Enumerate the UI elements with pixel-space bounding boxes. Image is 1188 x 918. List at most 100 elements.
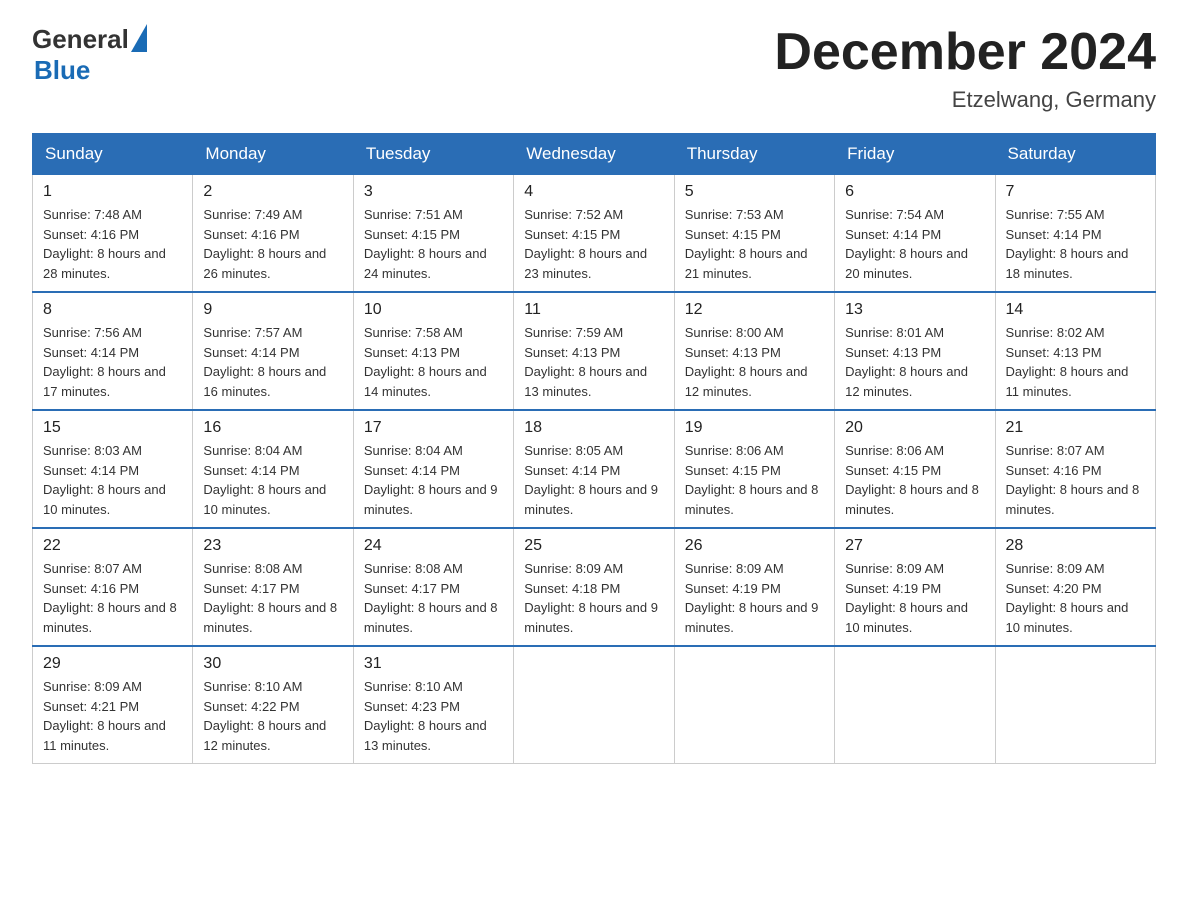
logo: General Blue [32,24,147,86]
day-number: 4 [524,183,663,201]
calendar-cell: 20 Sunrise: 8:06 AM Sunset: 4:15 PM Dayl… [835,410,995,528]
day-number: 11 [524,301,663,319]
week-row-3: 15 Sunrise: 8:03 AM Sunset: 4:14 PM Dayl… [33,410,1156,528]
day-info: Sunrise: 7:48 AM Sunset: 4:16 PM Dayligh… [43,205,182,283]
day-number: 31 [364,655,503,673]
calendar-cell: 18 Sunrise: 8:05 AM Sunset: 4:14 PM Dayl… [514,410,674,528]
calendar-cell: 16 Sunrise: 8:04 AM Sunset: 4:14 PM Dayl… [193,410,353,528]
calendar-cell [835,646,995,764]
day-number: 12 [685,301,824,319]
calendar-cell: 6 Sunrise: 7:54 AM Sunset: 4:14 PM Dayli… [835,175,995,293]
calendar-cell: 15 Sunrise: 8:03 AM Sunset: 4:14 PM Dayl… [33,410,193,528]
day-info: Sunrise: 8:00 AM Sunset: 4:13 PM Dayligh… [685,323,824,401]
calendar-cell: 3 Sunrise: 7:51 AM Sunset: 4:15 PM Dayli… [353,175,513,293]
day-info: Sunrise: 8:01 AM Sunset: 4:13 PM Dayligh… [845,323,984,401]
day-number: 13 [845,301,984,319]
day-number: 27 [845,537,984,555]
day-info: Sunrise: 8:04 AM Sunset: 4:14 PM Dayligh… [364,441,503,519]
day-info: Sunrise: 8:09 AM Sunset: 4:21 PM Dayligh… [43,677,182,755]
weekday-header-row: SundayMondayTuesdayWednesdayThursdayFrid… [33,134,1156,175]
calendar-subtitle: Etzelwang, Germany [774,87,1156,113]
day-info: Sunrise: 8:09 AM Sunset: 4:20 PM Dayligh… [1006,559,1145,637]
day-info: Sunrise: 7:59 AM Sunset: 4:13 PM Dayligh… [524,323,663,401]
day-number: 24 [364,537,503,555]
calendar-cell: 17 Sunrise: 8:04 AM Sunset: 4:14 PM Dayl… [353,410,513,528]
week-row-1: 1 Sunrise: 7:48 AM Sunset: 4:16 PM Dayli… [33,175,1156,293]
calendar-cell: 19 Sunrise: 8:06 AM Sunset: 4:15 PM Dayl… [674,410,834,528]
weekday-header-saturday: Saturday [995,134,1155,175]
logo-general-text: General [32,24,129,55]
day-number: 23 [203,537,342,555]
day-number: 9 [203,301,342,319]
title-area: December 2024 Etzelwang, Germany [774,24,1156,113]
weekday-header-tuesday: Tuesday [353,134,513,175]
day-info: Sunrise: 7:55 AM Sunset: 4:14 PM Dayligh… [1006,205,1145,283]
day-number: 3 [364,183,503,201]
day-info: Sunrise: 7:58 AM Sunset: 4:13 PM Dayligh… [364,323,503,401]
calendar-cell: 26 Sunrise: 8:09 AM Sunset: 4:19 PM Dayl… [674,528,834,646]
day-number: 6 [845,183,984,201]
day-info: Sunrise: 8:07 AM Sunset: 4:16 PM Dayligh… [43,559,182,637]
calendar-cell: 8 Sunrise: 7:56 AM Sunset: 4:14 PM Dayli… [33,292,193,410]
weekday-header-thursday: Thursday [674,134,834,175]
day-info: Sunrise: 8:06 AM Sunset: 4:15 PM Dayligh… [685,441,824,519]
page-header: General Blue December 2024 Etzelwang, Ge… [32,24,1156,113]
day-info: Sunrise: 8:05 AM Sunset: 4:14 PM Dayligh… [524,441,663,519]
calendar-cell: 10 Sunrise: 7:58 AM Sunset: 4:13 PM Dayl… [353,292,513,410]
day-info: Sunrise: 7:54 AM Sunset: 4:14 PM Dayligh… [845,205,984,283]
day-number: 26 [685,537,824,555]
calendar-table: SundayMondayTuesdayWednesdayThursdayFrid… [32,133,1156,764]
calendar-cell: 24 Sunrise: 8:08 AM Sunset: 4:17 PM Dayl… [353,528,513,646]
calendar-cell: 9 Sunrise: 7:57 AM Sunset: 4:14 PM Dayli… [193,292,353,410]
day-number: 5 [685,183,824,201]
weekday-header-wednesday: Wednesday [514,134,674,175]
day-info: Sunrise: 8:09 AM Sunset: 4:18 PM Dayligh… [524,559,663,637]
calendar-title: December 2024 [774,24,1156,81]
day-info: Sunrise: 8:07 AM Sunset: 4:16 PM Dayligh… [1006,441,1145,519]
day-number: 30 [203,655,342,673]
calendar-cell: 7 Sunrise: 7:55 AM Sunset: 4:14 PM Dayli… [995,175,1155,293]
day-info: Sunrise: 7:49 AM Sunset: 4:16 PM Dayligh… [203,205,342,283]
day-info: Sunrise: 8:08 AM Sunset: 4:17 PM Dayligh… [364,559,503,637]
day-number: 14 [1006,301,1145,319]
calendar-cell: 13 Sunrise: 8:01 AM Sunset: 4:13 PM Dayl… [835,292,995,410]
day-number: 7 [1006,183,1145,201]
day-number: 22 [43,537,182,555]
calendar-cell: 14 Sunrise: 8:02 AM Sunset: 4:13 PM Dayl… [995,292,1155,410]
day-number: 18 [524,419,663,437]
week-row-2: 8 Sunrise: 7:56 AM Sunset: 4:14 PM Dayli… [33,292,1156,410]
day-number: 10 [364,301,503,319]
day-number: 8 [43,301,182,319]
day-info: Sunrise: 7:53 AM Sunset: 4:15 PM Dayligh… [685,205,824,283]
calendar-cell: 28 Sunrise: 8:09 AM Sunset: 4:20 PM Dayl… [995,528,1155,646]
day-number: 19 [685,419,824,437]
calendar-cell: 2 Sunrise: 7:49 AM Sunset: 4:16 PM Dayli… [193,175,353,293]
day-number: 1 [43,183,182,201]
day-info: Sunrise: 7:56 AM Sunset: 4:14 PM Dayligh… [43,323,182,401]
calendar-cell: 31 Sunrise: 8:10 AM Sunset: 4:23 PM Dayl… [353,646,513,764]
day-info: Sunrise: 8:04 AM Sunset: 4:14 PM Dayligh… [203,441,342,519]
day-number: 17 [364,419,503,437]
calendar-cell [674,646,834,764]
day-number: 2 [203,183,342,201]
day-info: Sunrise: 8:03 AM Sunset: 4:14 PM Dayligh… [43,441,182,519]
calendar-cell: 25 Sunrise: 8:09 AM Sunset: 4:18 PM Dayl… [514,528,674,646]
day-info: Sunrise: 8:06 AM Sunset: 4:15 PM Dayligh… [845,441,984,519]
week-row-4: 22 Sunrise: 8:07 AM Sunset: 4:16 PM Dayl… [33,528,1156,646]
calendar-cell [995,646,1155,764]
calendar-cell: 22 Sunrise: 8:07 AM Sunset: 4:16 PM Dayl… [33,528,193,646]
calendar-cell [514,646,674,764]
day-info: Sunrise: 8:10 AM Sunset: 4:23 PM Dayligh… [364,677,503,755]
day-number: 20 [845,419,984,437]
day-info: Sunrise: 7:52 AM Sunset: 4:15 PM Dayligh… [524,205,663,283]
day-number: 28 [1006,537,1145,555]
day-number: 16 [203,419,342,437]
day-number: 29 [43,655,182,673]
calendar-cell: 21 Sunrise: 8:07 AM Sunset: 4:16 PM Dayl… [995,410,1155,528]
weekday-header-sunday: Sunday [33,134,193,175]
calendar-cell: 1 Sunrise: 7:48 AM Sunset: 4:16 PM Dayli… [33,175,193,293]
day-info: Sunrise: 7:51 AM Sunset: 4:15 PM Dayligh… [364,205,503,283]
calendar-cell: 4 Sunrise: 7:52 AM Sunset: 4:15 PM Dayli… [514,175,674,293]
day-info: Sunrise: 8:02 AM Sunset: 4:13 PM Dayligh… [1006,323,1145,401]
day-number: 15 [43,419,182,437]
